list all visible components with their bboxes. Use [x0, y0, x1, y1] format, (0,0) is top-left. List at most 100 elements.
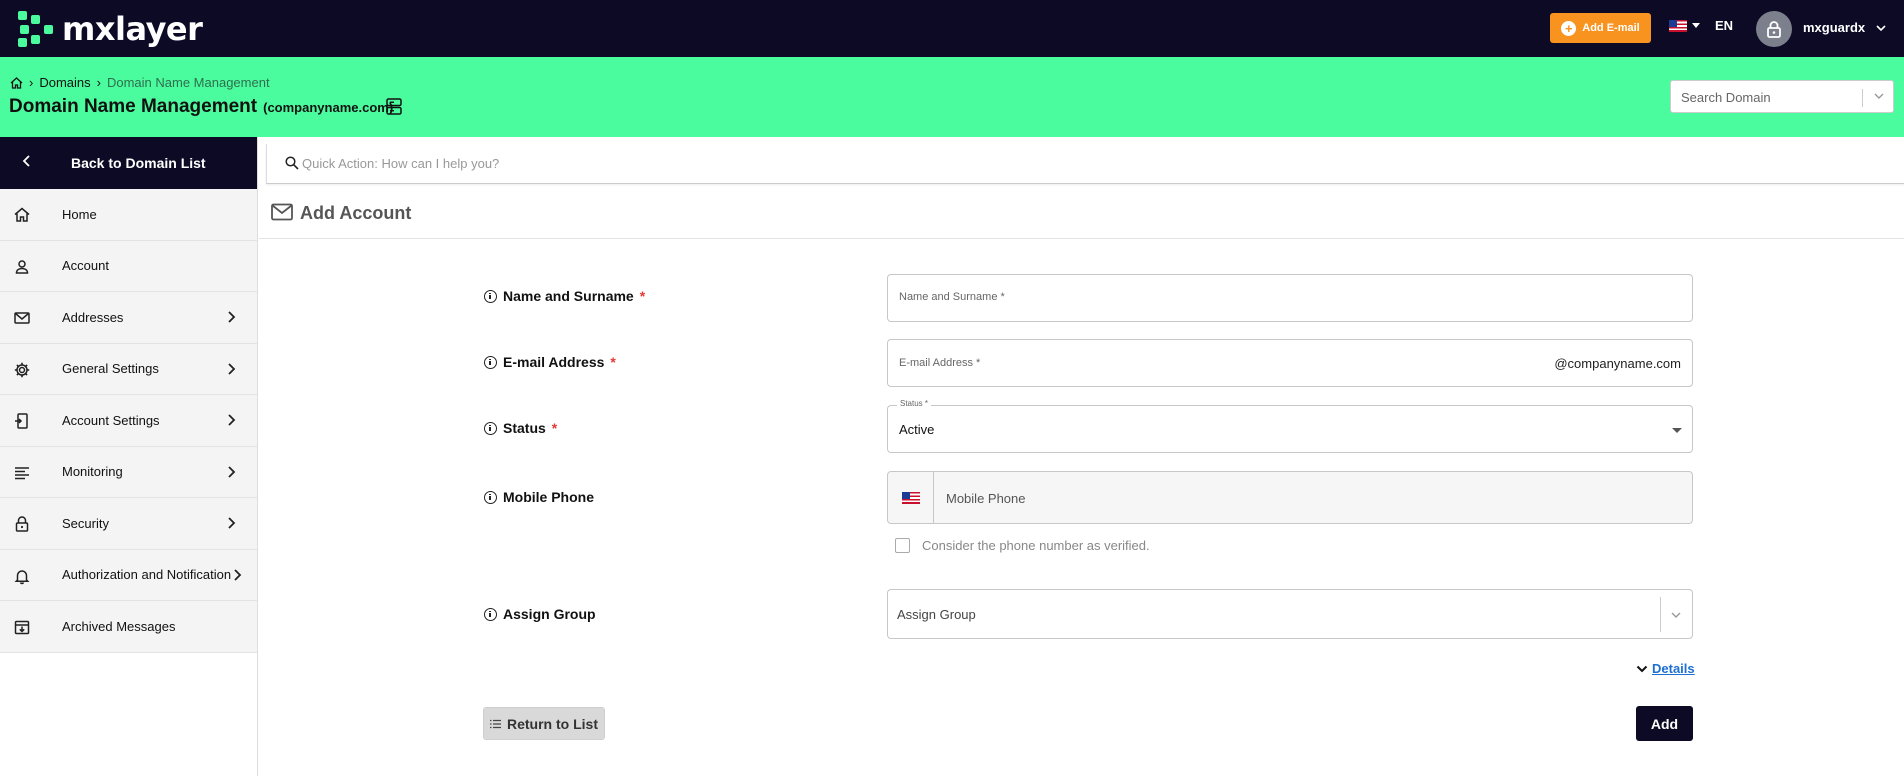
status-floating-label: Status *: [897, 399, 932, 408]
required-marker: *: [639, 288, 646, 304]
status-label: Status *: [484, 420, 557, 436]
sidebar-item-label: General Settings: [62, 361, 159, 377]
sidebar-item-label: Addresses: [62, 309, 124, 325]
server-icon[interactable]: [386, 98, 402, 115]
sidebar-item-general-settings[interactable]: General Settings: [0, 343, 257, 395]
sidebar-item-label: Home: [62, 206, 97, 222]
archive-icon: [14, 620, 30, 635]
mobile-placeholder: Mobile Phone: [946, 491, 1026, 506]
details-label: Details: [1652, 661, 1695, 676]
add-email-label: Add E-mail: [1582, 22, 1640, 34]
sidebar-item-archived-messages[interactable]: Archived Messages: [0, 601, 257, 653]
mobile-phone-field[interactable]: Mobile Phone: [887, 471, 1693, 524]
list-icon: [15, 466, 29, 479]
home-icon[interactable]: [10, 76, 23, 89]
sidebar: Back to Domain List Home Account Address…: [0, 137, 258, 776]
search-domain-placeholder: Search Domain: [1681, 90, 1771, 105]
sidebar-item-label: Monitoring: [62, 464, 123, 480]
username[interactable]: mxguardx: [1803, 20, 1865, 35]
required-marker: *: [551, 420, 558, 436]
search-icon: [285, 156, 299, 170]
back-label: Back to Domain List: [71, 155, 206, 171]
name-field[interactable]: Name and Surname *: [887, 274, 1693, 322]
return-to-list-button[interactable]: Return to List: [483, 707, 605, 740]
country-code-selector[interactable]: [888, 472, 934, 524]
select-divider: [1660, 597, 1661, 632]
sidebar-item-account[interactable]: Account: [0, 240, 257, 292]
sidebar-item-label: Account Settings: [62, 412, 160, 428]
info-icon[interactable]: [484, 490, 497, 504]
info-icon[interactable]: [484, 355, 497, 369]
chevron-right-icon: [228, 517, 236, 529]
dropdown-arrow-icon: [1672, 428, 1682, 433]
email-field[interactable]: E-mail Address * @companyname.com: [887, 339, 1693, 387]
breadcrumb-domains[interactable]: Domains: [39, 75, 90, 90]
account-settings-icon: [15, 413, 28, 429]
assign-group-select[interactable]: Assign Group: [887, 589, 1693, 639]
quick-action-placeholder: Quick Action: How can I help you?: [302, 156, 500, 171]
chevron-right-icon: [228, 362, 236, 375]
sidebar-item-addresses[interactable]: Addresses: [0, 292, 257, 344]
bell-icon: [14, 569, 30, 584]
info-icon[interactable]: [484, 421, 497, 435]
back-to-domain-list-button[interactable]: Back to Domain List: [0, 137, 257, 189]
sidebar-item-account-settings[interactable]: Account Settings: [0, 395, 257, 447]
quick-action-search[interactable]: Quick Action: How can I help you?: [266, 144, 1904, 184]
sidebar-item-label: Authorization and Notification: [62, 567, 232, 583]
name-placeholder: Name and Surname *: [899, 291, 1005, 303]
page-title-text: Domain Name Management: [9, 96, 258, 117]
sidebar-item-label: Archived Messages: [62, 618, 176, 634]
avatar[interactable]: [1756, 11, 1792, 47]
language-selector[interactable]: EN: [1669, 18, 1733, 33]
mobile-label: Mobile Phone: [484, 489, 594, 505]
group-label-text: Assign Group: [503, 606, 596, 622]
status-label-text: Status: [503, 420, 546, 436]
search-domain-select[interactable]: Search Domain: [1670, 80, 1894, 113]
user-menu-chevron-icon[interactable]: [1876, 21, 1886, 35]
return-label: Return to List: [507, 715, 598, 732]
breadcrumb-separator: ›: [29, 75, 34, 90]
us-flag-icon: [901, 492, 920, 504]
gear-icon: [14, 362, 30, 377]
chevron-right-icon: [228, 311, 236, 323]
name-label: Name and Surname *: [484, 288, 645, 304]
phone-verified-label: Consider the phone number as verified.: [922, 538, 1150, 553]
user-icon: [15, 259, 29, 274]
assign-group-placeholder: Assign Group: [897, 607, 976, 622]
email-placeholder: E-mail Address *: [899, 357, 981, 369]
sidebar-item-monitoring[interactable]: Monitoring: [0, 446, 257, 498]
email-label-text: E-mail Address: [503, 354, 605, 370]
page-domain: (companyname.com): [263, 100, 394, 115]
page-title: Domain Name Management (companyname.com): [9, 96, 393, 118]
sidebar-item-security[interactable]: Security: [0, 498, 257, 550]
lock-icon: [1767, 21, 1781, 38]
breadcrumb: › Domains › Domain Name Management: [10, 75, 270, 90]
add-button[interactable]: Add: [1636, 706, 1693, 741]
lock-icon: [15, 516, 29, 532]
sidebar-item-home[interactable]: Home: [0, 189, 257, 241]
breadcrumb-current: Domain Name Management: [106, 75, 270, 90]
sidebar-item-label: Security: [62, 515, 109, 531]
logo-text: mxlayer: [62, 10, 203, 48]
details-toggle[interactable]: Details: [1636, 661, 1695, 676]
top-navbar: mxlayer + Add E-mail EN mxguardx: [0, 0, 1904, 57]
chevron-down-icon: [1671, 612, 1681, 618]
caret-down-icon: [1692, 23, 1700, 28]
sidebar-item-label: Account: [62, 258, 109, 274]
form-title: Add Account: [300, 203, 412, 223]
email-label: E-mail Address *: [484, 354, 616, 370]
sidebar-item-authorization-notification[interactable]: Authorization and Notification: [0, 549, 257, 601]
mxlayer-logo[interactable]: mxlayer: [18, 10, 203, 48]
status-select[interactable]: Active: [887, 405, 1693, 453]
phone-verified-checkbox[interactable]: [895, 538, 910, 553]
form-header: Add Account: [259, 190, 1904, 239]
add-email-button[interactable]: + Add E-mail: [1550, 13, 1651, 43]
info-icon[interactable]: [484, 289, 497, 303]
chevron-right-icon: [228, 465, 236, 478]
chevron-right-icon: [228, 414, 236, 426]
mail-icon: [14, 312, 30, 324]
info-icon[interactable]: [484, 607, 497, 621]
list-icon: [490, 719, 501, 728]
breadcrumb-separator: ›: [96, 75, 101, 90]
mobile-label-text: Mobile Phone: [503, 489, 594, 505]
